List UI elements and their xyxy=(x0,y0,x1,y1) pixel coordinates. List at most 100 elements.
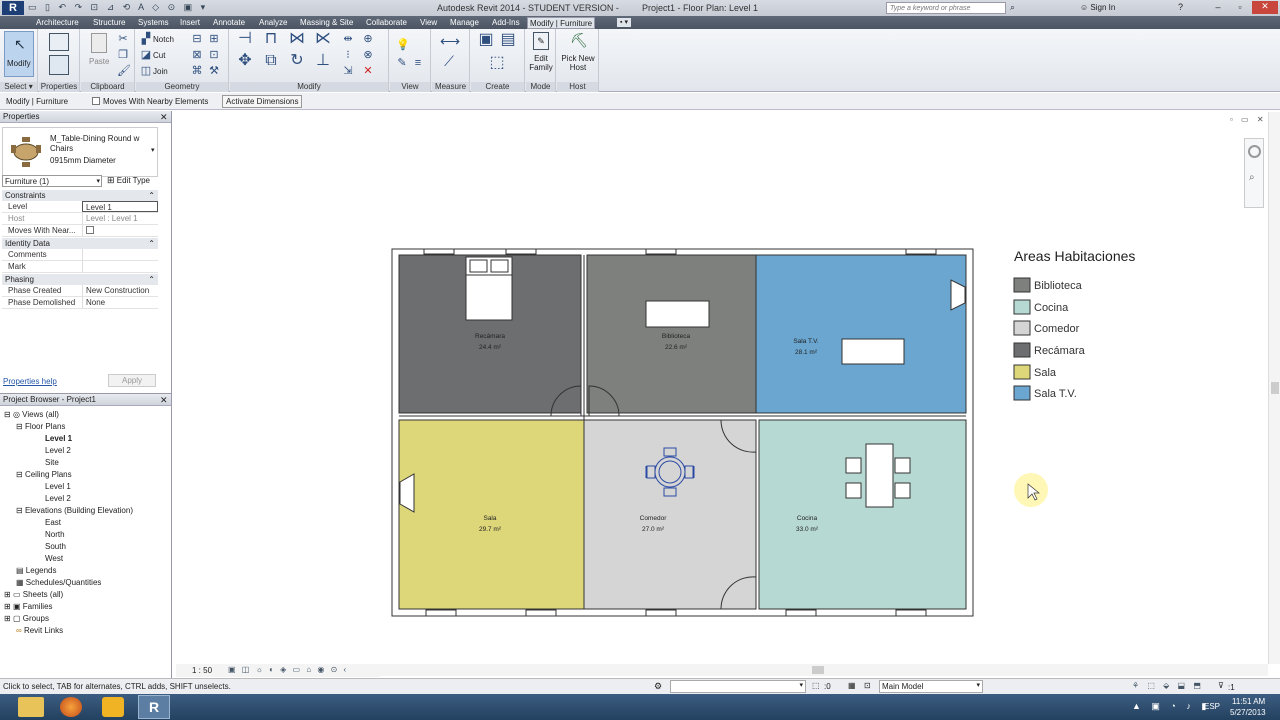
help-search-input[interactable]: Type a keyword or phrase xyxy=(886,2,1006,14)
tab-collaborate[interactable]: Collaborate xyxy=(364,17,409,29)
mirror-draw-icon[interactable]: ⋉ xyxy=(314,31,332,51)
tab-insert[interactable]: Insert xyxy=(178,17,202,29)
properties-palette-icon[interactable] xyxy=(49,55,69,75)
input-language[interactable]: ESP xyxy=(1204,702,1220,711)
override-icon[interactable]: ≡ xyxy=(412,57,424,69)
tv-sofa[interactable] xyxy=(841,338,905,365)
edit-family-button[interactable]: ✎ Edit Family xyxy=(527,32,555,78)
type-properties-icon[interactable] xyxy=(49,33,69,51)
tab-massing-site[interactable]: Massing & Site xyxy=(298,17,355,29)
paint-icon[interactable]: ⊞ xyxy=(208,33,220,45)
workset-icon[interactable]: ⚙ xyxy=(654,681,662,692)
room-tag-name[interactable]: Sala T.V. xyxy=(793,338,818,345)
design-option-dropdown[interactable]: Main Model ▾ xyxy=(879,680,983,693)
align-icon[interactable]: ⊣ xyxy=(236,31,254,51)
steering-wheel-icon[interactable] xyxy=(1248,145,1261,158)
room-tag-name[interactable]: Cocina xyxy=(797,515,818,522)
browser-close-icon[interactable]: ✕ xyxy=(160,395,168,406)
pick-new-host-button[interactable]: ⛏ Pick New Host xyxy=(558,32,598,78)
tree-fp-site[interactable]: Site xyxy=(45,458,59,467)
tab-analyze[interactable]: Analyze xyxy=(257,17,289,29)
rotate-icon[interactable]: ↻ xyxy=(288,53,306,73)
room-cocina[interactable] xyxy=(758,419,967,610)
prop-row-comments[interactable]: Comments xyxy=(2,249,158,261)
room-tag-name[interactable]: Sala xyxy=(483,515,496,522)
tree-fp-level2[interactable]: Level 2 xyxy=(45,446,71,455)
firefox-icon[interactable] xyxy=(60,697,82,717)
clock-time[interactable]: 11:51 AM xyxy=(1232,697,1265,706)
tree-schedules[interactable]: ▦ Schedules/Quantities xyxy=(16,578,101,587)
dimension-icon[interactable]: ⟋ xyxy=(440,54,458,68)
legend-title[interactable]: Areas Habitaciones xyxy=(1014,248,1135,264)
pick-icon[interactable]: ⌘ xyxy=(191,65,203,77)
section-constraints[interactable]: Constraints ⌃ xyxy=(2,190,158,201)
quick-access-toolbar[interactable]: ▭ ▯ ↶ ↷ ⊡ ⊿ ⟲ A ◇ ⊙ ▣ ▾ xyxy=(28,2,328,14)
instance-filter-dropdown[interactable]: Furniture (1) ▾ xyxy=(2,175,102,187)
prop-row-phase-demolished[interactable]: Phase Demolished None xyxy=(2,297,158,309)
prop-row-mark[interactable]: Mark xyxy=(2,261,158,273)
moves-with-nearby-checkbox[interactable] xyxy=(92,97,100,105)
revit-logo-icon[interactable]: R xyxy=(2,1,24,15)
tree-revit-links[interactable]: ∞ Revit Links xyxy=(16,626,63,635)
tab-add-ins[interactable]: Add-Ins xyxy=(490,17,522,29)
scale-icon[interactable]: ⇲ xyxy=(342,65,354,77)
join-icon[interactable]: ◫ xyxy=(140,65,152,77)
split-face-icon[interactable]: ⊟ xyxy=(191,33,203,45)
level-value[interactable]: Level 1 xyxy=(82,201,158,212)
tree-el-east[interactable]: East xyxy=(45,518,61,527)
properties-close-icon[interactable]: ✕ xyxy=(160,112,168,123)
canvas-window-controls[interactable]: ▫ ▭ ✕ xyxy=(1230,115,1267,124)
delete-icon[interactable]: ✕ xyxy=(362,65,374,77)
tree-sheets[interactable]: ⊞ ▭ Sheets (all) xyxy=(4,590,63,599)
room-tag-name[interactable]: Comedor xyxy=(640,515,668,522)
apply-button[interactable]: Apply xyxy=(108,374,156,387)
file-explorer-icon[interactable] xyxy=(18,697,44,717)
bed[interactable] xyxy=(465,256,513,321)
room-sala-tv[interactable] xyxy=(755,254,967,414)
tab-architecture[interactable]: Architecture xyxy=(34,17,81,29)
measure-icon[interactable]: ⟷ xyxy=(440,34,460,48)
copy-element-icon[interactable]: ⧉ xyxy=(262,53,280,73)
view-scale[interactable]: 1 : 50 xyxy=(192,666,212,675)
tray-icons[interactable]: ▲ ▣ ◔ ♪ ▮ xyxy=(1132,701,1210,712)
navigation-bar[interactable]: ⌕ xyxy=(1244,138,1264,208)
tree-el-west[interactable]: West xyxy=(45,554,63,563)
horizontal-scrollbar[interactable] xyxy=(380,664,1268,676)
tree-cp-level2[interactable]: Level 2 xyxy=(45,494,71,503)
tab-view[interactable]: View xyxy=(418,17,439,29)
drawing-canvas[interactable]: Recámara 24.4 m² Biblioteca 22.6 m² Sala… xyxy=(176,112,1268,664)
design-option-icon2[interactable]: ⊡ xyxy=(864,681,871,690)
tab-manage[interactable]: Manage xyxy=(448,17,481,29)
close-button[interactable]: ✕ xyxy=(1252,1,1278,14)
scissors-icon[interactable]: ✂ xyxy=(117,33,129,45)
ribbon-toggle-icon[interactable]: ▪ ▾ xyxy=(617,18,631,27)
section-identity[interactable]: Identity Data ⌃ xyxy=(2,238,158,249)
tree-floor-plans[interactable]: ⊟ Floor Plans xyxy=(16,422,65,431)
unpin-icon[interactable]: ⊗ xyxy=(362,49,374,61)
properties-help-link[interactable]: Properties help xyxy=(3,377,57,386)
cut-button[interactable]: Cut xyxy=(153,51,165,60)
tree-elevations[interactable]: ⊟ Elevations (Building Elevation) xyxy=(16,506,133,515)
notch-icon[interactable]: ▞ xyxy=(140,33,152,45)
room-tag-name[interactable]: Biblioteca xyxy=(662,333,691,340)
move-icon[interactable]: ✥ xyxy=(236,53,254,73)
clock-date[interactable]: 5/27/2013 xyxy=(1230,708,1266,717)
cut-icon[interactable]: ◪ xyxy=(140,49,152,61)
lightbulb-icon[interactable]: 💡 xyxy=(396,39,410,51)
tree-groups[interactable]: ⊞ ▢ Groups xyxy=(4,614,49,623)
scroll-thumb[interactable] xyxy=(812,666,824,674)
tree-el-south[interactable]: South xyxy=(45,542,66,551)
mirror-axis-icon[interactable]: ⋈ xyxy=(288,31,306,51)
tree-el-north[interactable]: North xyxy=(45,530,65,539)
design-options-icon[interactable]: ▦ xyxy=(848,681,856,690)
wrench-icon[interactable]: ⚒ xyxy=(208,65,220,77)
tab-annotate[interactable]: Annotate xyxy=(211,17,247,29)
workset-dropdown[interactable]: ▾ xyxy=(670,680,806,693)
copy-icon[interactable]: ❐ xyxy=(117,49,129,61)
revit-taskbar-icon[interactable]: R xyxy=(138,695,170,719)
moves-checkbox[interactable] xyxy=(86,226,94,234)
filter-icon[interactable]: ⊽ xyxy=(1218,681,1224,690)
match-properties-icon[interactable]: 🖌 xyxy=(117,65,131,77)
library-desk[interactable] xyxy=(645,300,710,328)
color-legend[interactable]: Biblioteca Cocina Comedor Recámara Sala … xyxy=(1013,277,1086,401)
